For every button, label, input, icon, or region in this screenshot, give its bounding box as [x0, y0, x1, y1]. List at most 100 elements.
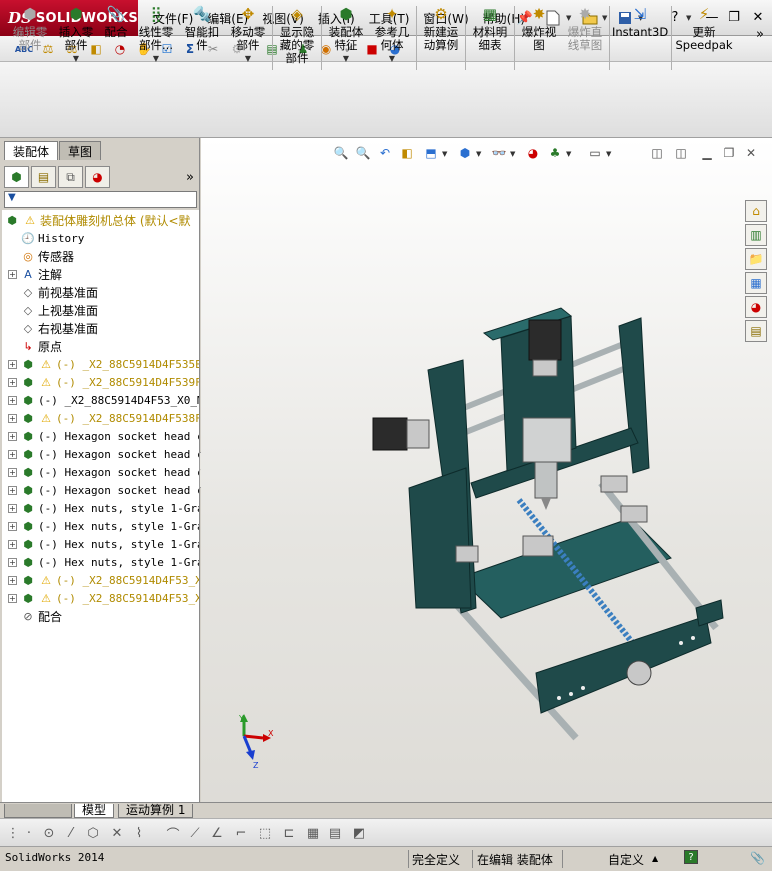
tree-node[interactable]: ◇ 上视基准面 — [20, 301, 98, 319]
view-settings-dropdown-icon[interactable]: ▼ — [606, 150, 611, 158]
tree-node[interactable]: ⊘ 配合 — [20, 607, 62, 625]
graphics-area[interactable]: Y X Z — [201, 138, 772, 802]
file-explorer-icon[interactable]: 📁 — [745, 248, 767, 270]
exploded-view-button[interactable]: ✸ 爆炸视图 — [518, 4, 560, 52]
tree-node[interactable]: + ⬢ (-) Hex nuts, style 1-Grad — [8, 499, 199, 517]
tab-model[interactable]: 模型 — [74, 804, 115, 818]
tree-node[interactable]: + ⬢ ⚠ (-) _X2_88C5914D4F53_X0 — [8, 589, 199, 607]
assembly-feature-button[interactable]: ⬢ 装配体特征 ▼ — [325, 4, 367, 65]
tree-node[interactable]: + A 注解 — [8, 265, 62, 283]
appearances-icon[interactable]: ◕ — [745, 296, 767, 318]
tree-node[interactable]: + ⬢ (-) Hex nuts, style 1-Grad — [8, 517, 199, 535]
trim-icon[interactable]: ✕ — [108, 823, 126, 843]
insert-component-dropdown-icon[interactable]: ▼ — [55, 52, 97, 65]
design-library-icon[interactable]: ▥ — [745, 224, 767, 246]
view-minimize-icon[interactable]: ▁ — [698, 144, 716, 162]
tree-node[interactable]: + ⬢ ⚠ (-) _X2_88C5914D4F535E9 — [8, 355, 199, 373]
tree-expand-icon[interactable]: + — [8, 557, 17, 567]
edit-appearance-icon[interactable]: ◕ — [524, 144, 542, 162]
view-orientation-icon[interactable]: ⬒ — [422, 144, 440, 162]
tree-expand-icon[interactable]: + — [8, 269, 17, 279]
tab-sketch[interactable]: 草图 — [59, 141, 102, 160]
tree-node[interactable]: + ⬢ (-) Hexagon socket head ca — [8, 445, 199, 463]
insert-component-button[interactable]: ⬢ 插入零部件 ▼ — [55, 4, 97, 65]
instant3d-button[interactable]: ⇲ Instant3D — [612, 4, 668, 39]
status-custom-units[interactable]: 自定义 — [608, 851, 644, 868]
performance-icon[interactable]: ◔ — [110, 39, 130, 59]
zoom-to-area-icon[interactable]: 🔍 — [354, 144, 372, 162]
bom-button[interactable]: ▦ 材料明细表 — [469, 4, 511, 52]
tile-left-icon[interactable]: ◫ — [648, 144, 666, 162]
hide-show-dropdown-icon[interactable]: ▼ — [510, 150, 515, 158]
tree-node[interactable]: ◇ 前视基准面 — [20, 283, 98, 301]
hide-show-items-icon[interactable]: 👓 — [490, 144, 508, 162]
reference-geometry-button[interactable]: ✦ 参考几何体 ▼ — [371, 4, 413, 65]
status-clip-icon[interactable]: 📎 — [750, 851, 765, 865]
circle-icon[interactable]: ⊙ — [40, 823, 58, 843]
move-component-button[interactable]: ✥ 移动零部件 ▼ — [227, 4, 269, 65]
tree-node[interactable]: + ⬢ (-) Hexagon socket head ca — [8, 463, 199, 481]
extend-icon[interactable]: ⌇ — [130, 823, 148, 843]
more-commands-icon[interactable]: » — [753, 28, 767, 41]
tree-node[interactable]: + ⬢ (-) _X2_88C5914D4F53_X0_Mo — [8, 391, 199, 409]
line-icon[interactable]: ⟋ — [186, 823, 204, 843]
tree-node[interactable]: 🕘 History — [20, 229, 84, 247]
tree-expand-icon[interactable]: + — [8, 431, 17, 441]
explode-line-sketch-button[interactable]: ✸ 爆炸直线草图 — [564, 4, 606, 52]
tree-expand-icon[interactable]: + — [8, 377, 17, 387]
custom-properties-icon[interactable]: ▤ — [745, 320, 767, 342]
dotted-rect-icon[interactable]: ⬚ — [256, 823, 274, 843]
tree-node[interactable]: + ⬢ (-) Hex nuts, style 1-Grad — [8, 535, 199, 553]
move-component-dropdown-icon[interactable]: ▼ — [227, 52, 269, 65]
feature-manager-icon[interactable]: ⬢ — [4, 166, 29, 188]
show-hidden-button[interactable]: ◈ 显示隐藏的零部件 — [276, 4, 318, 65]
tree-expand-icon[interactable]: + — [8, 413, 17, 423]
point-icon[interactable]: · — [20, 823, 38, 843]
tree-node[interactable]: + ⬢ (-) Hexagon socket head ca — [8, 481, 199, 499]
apply-scene-dropdown-icon[interactable]: ▼ — [566, 150, 571, 158]
mate-button[interactable]: 📎 配合 — [101, 4, 131, 39]
cnc-model[interactable]: Y X Z — [201, 138, 772, 802]
display-style-dropdown-icon[interactable]: ▼ — [476, 150, 481, 158]
dimension-icon[interactable]: ⊏ — [280, 823, 298, 843]
tree-node[interactable]: + ⬢ (-) Hexagon socket head ca — [8, 427, 199, 445]
units-dropdown-icon[interactable]: ▲ — [652, 854, 658, 863]
tree-expand-icon[interactable]: + — [8, 503, 17, 513]
view-close-icon[interactable]: ✕ — [742, 144, 760, 162]
relation-icon[interactable]: ◩ — [350, 823, 368, 843]
close-icon[interactable]: ✕ — [748, 7, 768, 27]
tree-node[interactable]: + ⬢ ⚠ (-) _X2_88C5914D4F539F9 — [8, 373, 199, 391]
tree-node[interactable]: + ⬢ ⚠ (-) _X2_88C5914D4F538FD — [8, 409, 199, 427]
update-speedpak-button[interactable]: ⚡ 更新Speedpak — [674, 4, 734, 52]
solidworks-resources-icon[interactable]: ⌂ — [745, 200, 767, 222]
tree-node[interactable]: ↳ 原点 — [20, 337, 62, 355]
display-manager-icon[interactable]: ◕ — [85, 166, 110, 188]
previous-view-icon[interactable]: ↶ — [376, 144, 394, 162]
assembly-feature-dropdown-icon[interactable]: ▼ — [325, 52, 367, 65]
tree-expand-icon[interactable]: + — [8, 485, 17, 495]
view-palette-icon[interactable]: ▦ — [745, 272, 767, 294]
tree-expand-icon[interactable]: + — [8, 539, 17, 549]
tree-expand-icon[interactable]: + — [8, 521, 17, 531]
tab-scroll-arrows[interactable] — [4, 804, 72, 818]
configuration-manager-icon[interactable]: ⧉ — [58, 166, 83, 188]
edit-component-button[interactable]: ⬢ 编辑零部件 — [8, 4, 52, 52]
tree-expand-icon[interactable]: + — [8, 467, 17, 477]
tree-node[interactable]: ◇ 右视基准面 — [20, 319, 98, 337]
property-manager-icon[interactable]: ▤ — [31, 166, 56, 188]
view-restore-icon[interactable]: ❐ — [720, 144, 738, 162]
tree-expand-icon[interactable]: + — [8, 575, 17, 585]
linear-pattern-button[interactable]: ⣿ 线性零部件... ▼ — [135, 4, 177, 65]
polygon-icon[interactable]: ⬡ — [84, 823, 102, 843]
tab-motion-study[interactable]: 运动算例 1 — [118, 804, 194, 818]
linear-pattern-dropdown-icon[interactable]: ▼ — [135, 52, 177, 65]
tab-assembly[interactable]: 装配体 — [4, 141, 59, 160]
new-motion-study-button[interactable]: ⚙ 新建运动算例 — [420, 4, 462, 52]
tree-node[interactable]: + ⬢ (-) Hex nuts, style 1-Grad — [8, 553, 199, 571]
offset-icon[interactable]: ▤ — [326, 823, 344, 843]
tree-expand-icon[interactable]: + — [8, 449, 17, 459]
grid-icon[interactable]: ▦ — [304, 823, 322, 843]
apply-scene-icon[interactable]: ♣ — [546, 144, 564, 162]
reference-geometry-dropdown-icon[interactable]: ▼ — [371, 52, 413, 65]
panel-expand-icon[interactable]: » — [186, 170, 194, 185]
